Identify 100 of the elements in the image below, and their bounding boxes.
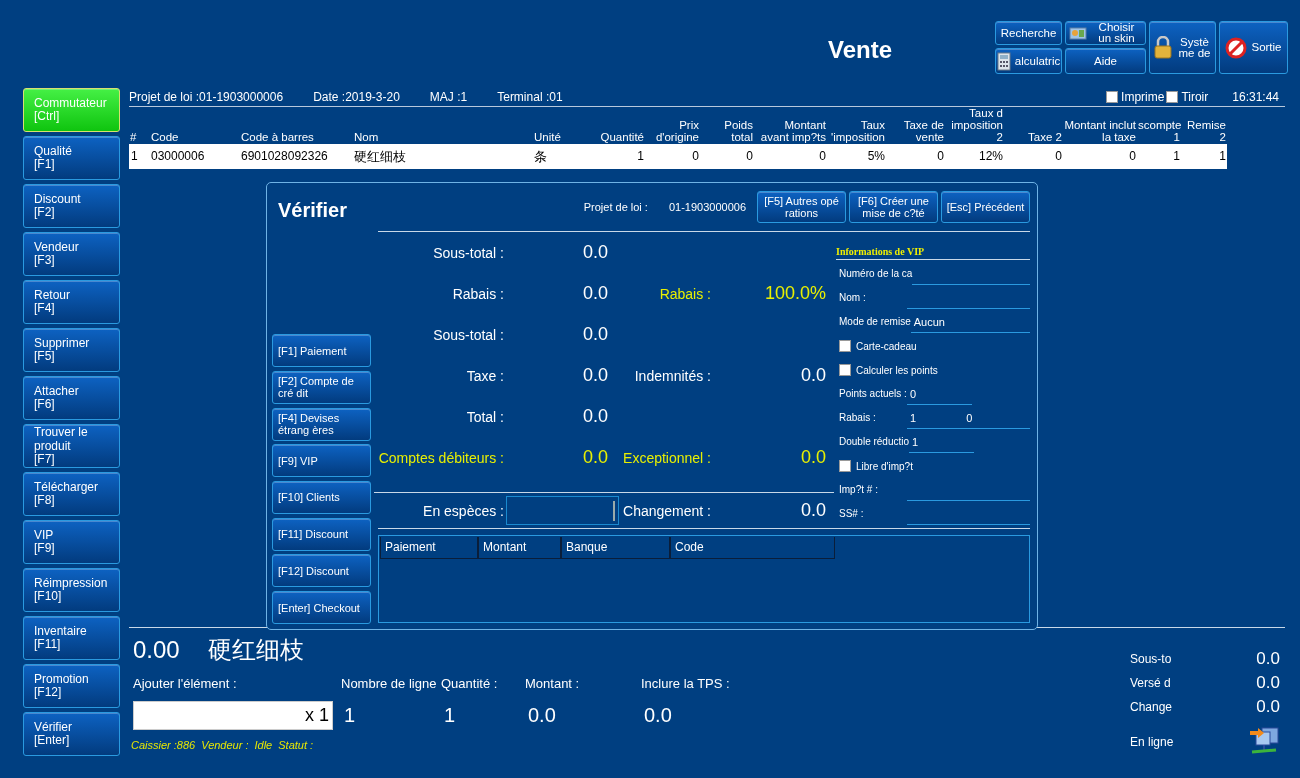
summary-value: 0.0 bbox=[1255, 697, 1280, 717]
sidebar-button[interactable]: VIP [F9] bbox=[23, 520, 120, 564]
summary-label: Changement : bbox=[622, 502, 711, 519]
action-button[interactable]: [F6] Créer une mise de c?té bbox=[849, 191, 938, 223]
checkbox[interactable] bbox=[1106, 90, 1119, 103]
summary-label: Versé d bbox=[1130, 675, 1172, 692]
toolbar-button[interactable]: Systè me de bbox=[1149, 21, 1216, 74]
sidebar-button[interactable]: Inventaire [F11] bbox=[23, 616, 120, 660]
toolbar-button[interactable]: Recherche bbox=[995, 21, 1062, 45]
input-field[interactable]: 1 0 bbox=[907, 407, 1030, 429]
table-cell-text: 条 bbox=[533, 151, 548, 162]
window-title: Vente bbox=[827, 36, 892, 64]
action-button[interactable]: [Esc] Précédent bbox=[941, 191, 1030, 223]
sidebar-button[interactable]: Réimpression [F10] bbox=[23, 568, 120, 612]
column-header: Poids total bbox=[723, 119, 754, 143]
column-header: Code bbox=[670, 537, 835, 559]
field-label: En espèces : bbox=[422, 502, 504, 519]
input-field[interactable] bbox=[506, 496, 619, 525]
column-header: Taxe 2 bbox=[1027, 131, 1063, 143]
connection-label: En ligne bbox=[1130, 734, 1175, 751]
summary-label: Indemnités : bbox=[633, 367, 711, 384]
checkbox[interactable] bbox=[839, 460, 851, 472]
input-field[interactable]: Aucun bbox=[910, 311, 1030, 333]
sidebar-button[interactable]: Qualité [F1] bbox=[23, 136, 120, 180]
sidebar-button[interactable]: Attacher [F6] bbox=[23, 376, 120, 420]
summary-value: 0.0 bbox=[1255, 649, 1280, 669]
column-header: Taxe de vente bbox=[902, 119, 945, 143]
checkbox[interactable] bbox=[1166, 90, 1179, 103]
field-label: Rabais : bbox=[839, 412, 877, 424]
input-field[interactable]: 0 bbox=[907, 383, 972, 405]
product-name: 硬红细枝 bbox=[207, 635, 304, 666]
action-button[interactable]: [F9] VIP bbox=[272, 444, 371, 478]
column-header: Unité bbox=[533, 131, 562, 143]
field-label: Numéro de la ca bbox=[839, 268, 913, 280]
summary-label: Rabais : bbox=[451, 285, 504, 302]
action-button[interactable]: [F1] Paiement bbox=[272, 334, 371, 368]
checkbox[interactable] bbox=[839, 340, 851, 352]
total-amount: 0.00 bbox=[133, 636, 180, 664]
sidebar-button[interactable]: Promotion [F12] bbox=[23, 664, 120, 708]
action-button[interactable]: [F10] Clients bbox=[272, 480, 371, 514]
dialog-title: Vérifier bbox=[278, 199, 348, 222]
sidebar-button[interactable]: Supprimer [F5] bbox=[23, 328, 120, 372]
action-button[interactable]: [F4] Devises étrang ères bbox=[272, 407, 371, 441]
status-text: Idle bbox=[254, 739, 273, 751]
summary-value: 100.0% bbox=[763, 283, 826, 304]
network-icon bbox=[1248, 725, 1280, 755]
status-text: Caissier :886 bbox=[131, 739, 196, 751]
sidebar-button[interactable]: Vérifier [Enter] bbox=[23, 712, 120, 756]
column-header: Montant bbox=[478, 537, 561, 559]
toolbar-button[interactable]: alculatric bbox=[995, 48, 1062, 74]
sidebar-button[interactable]: Retour [F4] bbox=[23, 280, 120, 324]
info-text: Projet de loi :01-1903000006 bbox=[129, 89, 284, 104]
table-cell-text: 0 bbox=[1054, 151, 1063, 162]
summary-value: 0.0 bbox=[1255, 673, 1280, 693]
input-field[interactable]: 1 bbox=[909, 431, 975, 453]
no-entry-icon bbox=[1225, 36, 1248, 59]
summary-label: Change bbox=[1130, 699, 1174, 716]
column-header: Paiement bbox=[380, 537, 478, 559]
stat-label: Inclure la TPS : bbox=[641, 676, 731, 692]
toolbar-button[interactable]: Aide bbox=[1065, 48, 1146, 74]
column-header: Prix d'origine bbox=[654, 119, 700, 143]
stat-value: 1 bbox=[343, 703, 357, 728]
sidebar-button[interactable]: Vendeur [F3] bbox=[23, 232, 120, 276]
lock-icon bbox=[1153, 36, 1173, 59]
summary-label: Taxe : bbox=[465, 367, 504, 384]
field-label: Points actuels : bbox=[839, 388, 907, 400]
table-cell-text: 12% bbox=[977, 151, 1004, 162]
table-cell-text: 03000006 bbox=[150, 151, 206, 162]
toolbar-button[interactable]: Choisir un skin bbox=[1065, 21, 1146, 45]
field-label: Imp?t # : bbox=[839, 484, 879, 496]
table-cell-text: 6901028092326 bbox=[240, 151, 329, 162]
action-button[interactable]: [F2] Compte de cré dit bbox=[272, 370, 371, 404]
summary-label: Total : bbox=[465, 408, 504, 425]
sidebar-button[interactable]: Télécharger [F8] bbox=[23, 472, 120, 516]
column-header: # bbox=[129, 131, 138, 143]
column-header: Montant avant imp?ts bbox=[759, 119, 827, 143]
checkbox-label: Calculer les points bbox=[856, 364, 938, 376]
column-header: Code à barres bbox=[240, 131, 315, 143]
stat-label: Montant : bbox=[525, 676, 581, 692]
summary-value: 0.0 bbox=[799, 365, 826, 386]
column-header: Banque bbox=[561, 537, 670, 559]
bill-label: Projet de loi : bbox=[583, 201, 648, 213]
info-text: Terminal :01 bbox=[497, 89, 563, 104]
action-button[interactable]: [F12] Discount bbox=[272, 554, 371, 588]
calculator-icon bbox=[996, 51, 1011, 71]
summary-label: Comptes débiteurs : bbox=[377, 449, 504, 466]
checkbox-label: Imprime bbox=[1121, 89, 1165, 104]
field-label: Double réductio bbox=[839, 436, 910, 448]
summary-value: 0.0 bbox=[581, 447, 608, 468]
action-button[interactable]: [F11] Discount bbox=[272, 517, 371, 551]
checkbox[interactable] bbox=[839, 364, 851, 376]
action-button[interactable]: [Enter] Checkout bbox=[272, 591, 371, 624]
sidebar-button[interactable]: Discount [F2] bbox=[23, 184, 120, 228]
sidebar-button[interactable]: Trouver le produit [F7] bbox=[23, 424, 120, 468]
action-button[interactable]: [F5] Autres opé rations bbox=[757, 191, 846, 223]
summary-label: Sous-to bbox=[1130, 651, 1173, 668]
input-field[interactable]: x 1 bbox=[133, 701, 333, 730]
toolbar-button[interactable]: Sortie bbox=[1219, 21, 1288, 74]
column-header: Quantité bbox=[599, 131, 645, 143]
section-title: Informations de VIP bbox=[836, 246, 1030, 260]
